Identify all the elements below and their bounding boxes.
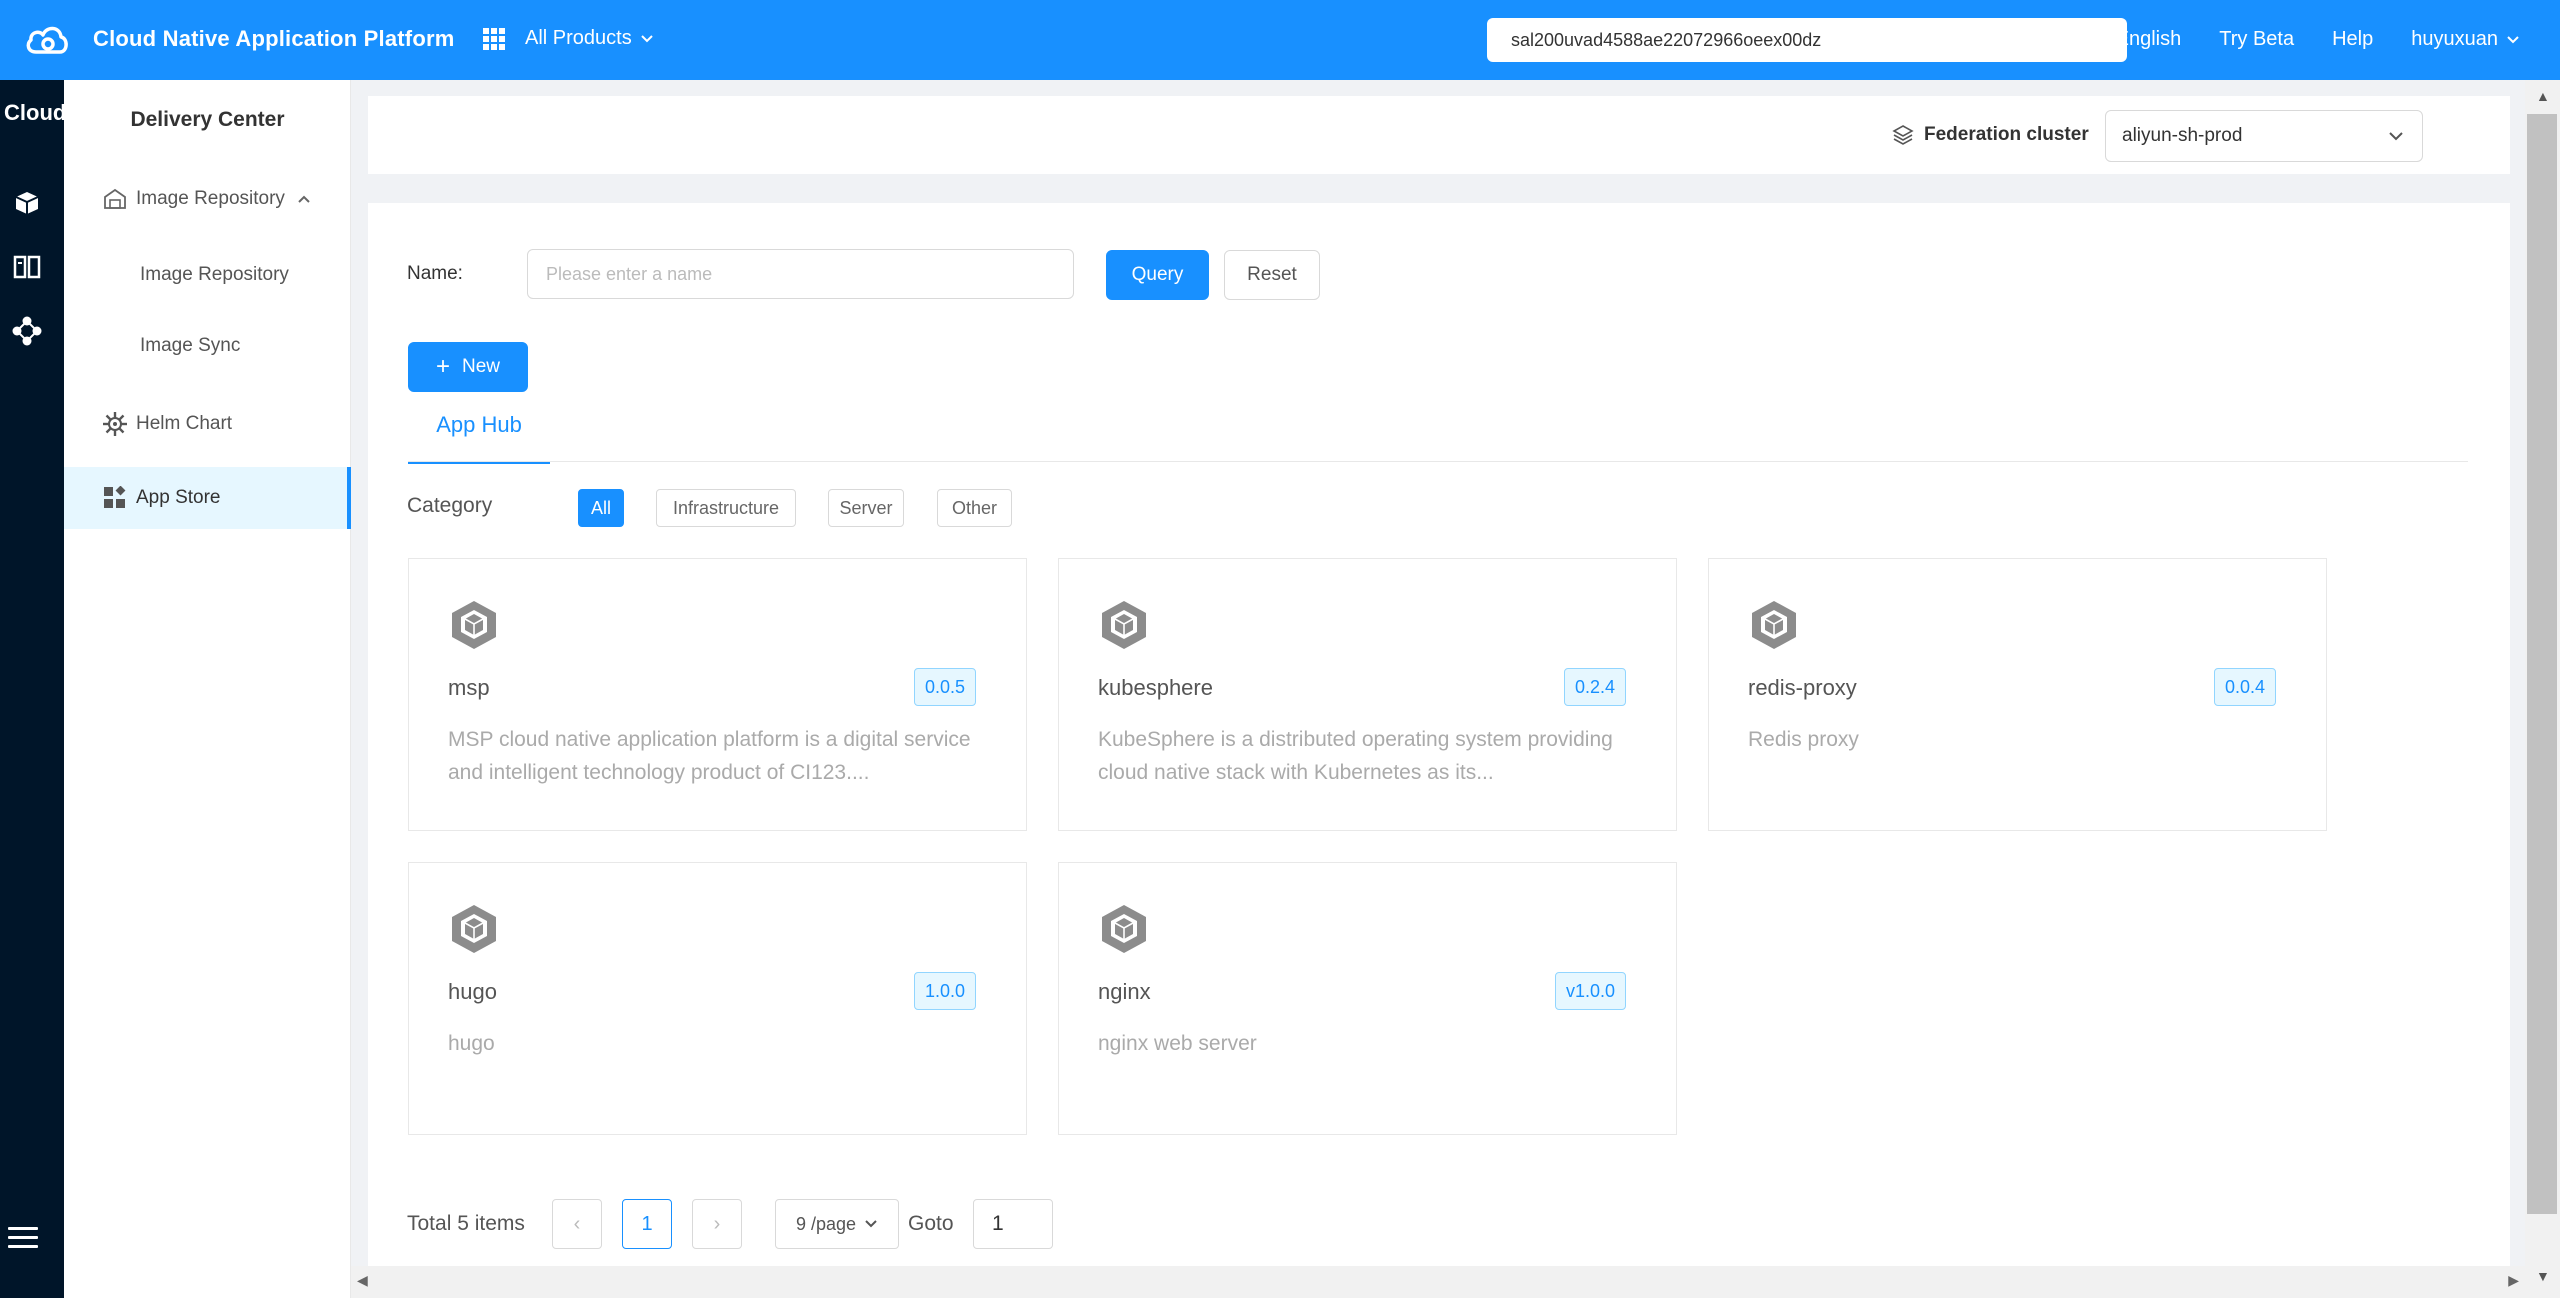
chevron-down-icon: [865, 1220, 877, 1228]
version-badge: 0.2.4: [1563, 668, 1626, 706]
federation-cluster-label: Federation cluster: [1892, 124, 2089, 146]
cluster-select[interactable]: aliyun-sh-prod: [2105, 110, 2423, 162]
pagination-next-button[interactable]: ›: [692, 1199, 742, 1249]
language-link[interactable]: English: [2116, 28, 2182, 51]
app-name: hugo: [448, 979, 497, 1004]
category-other[interactable]: Other: [937, 489, 1012, 527]
chevron-down-icon: [2507, 35, 2519, 43]
reset-button[interactable]: Reset: [1224, 250, 1320, 300]
nav-item-image-sync[interactable]: Image Sync: [140, 335, 240, 357]
category-all[interactable]: All: [578, 489, 624, 527]
apps-icon: [102, 485, 128, 511]
help-link[interactable]: Help: [2332, 28, 2373, 51]
chevron-down-icon: [2389, 132, 2403, 141]
name-label: Name:: [407, 263, 463, 284]
top-links: English Try Beta Help huyuxuan: [2116, 28, 2520, 51]
scroll-left-arrow-icon[interactable]: ◀: [357, 1272, 368, 1289]
app-name: nginx: [1098, 979, 1151, 1004]
user-menu[interactable]: huyuxuan: [2411, 28, 2520, 51]
nav-group-label: Image Repository: [136, 188, 285, 209]
plus-icon: +: [435, 353, 450, 380]
nav-item-app-store[interactable]: App Store: [64, 467, 351, 529]
box-icon[interactable]: [10, 186, 44, 220]
hamburger-icon[interactable]: [8, 1227, 38, 1254]
apps-grid-icon[interactable]: [483, 28, 505, 50]
category-server[interactable]: Server: [828, 489, 904, 527]
version-badge: 0.0.5: [913, 668, 976, 706]
goto-label: Goto: [908, 1212, 954, 1235]
app-card-nginx[interactable]: nginx v1.0.0 nginx web server: [1058, 862, 1677, 1135]
user-name: huyuxuan: [2411, 28, 2498, 50]
scroll-down-arrow-icon[interactable]: ▼: [2536, 1268, 2550, 1284]
nav-item-label: Helm Chart: [136, 413, 233, 434]
app-card-hugo[interactable]: hugo 1.0.0 hugo: [408, 862, 1027, 1135]
package-icon: [452, 905, 496, 953]
version-badge: 0.0.4: [2213, 668, 2276, 706]
app-description: MSP cloud native application platform is…: [448, 728, 971, 784]
top-bar: Cloud Native Application Platform All Pr…: [0, 0, 2560, 80]
vertical-scrollbar[interactable]: ▲ ▼: [2525, 80, 2560, 1298]
nav-item-label: App Store: [136, 487, 221, 508]
left-rail: Cloud: [0, 80, 67, 1298]
nav-group-image-repository[interactable]: Image Repository: [64, 168, 351, 230]
horizontal-scrollbar[interactable]: ◀ ▶: [351, 1266, 2525, 1298]
nav-item-image-repository[interactable]: Image Repository: [140, 264, 289, 286]
app-description: Redis proxy: [1748, 728, 1859, 751]
nav-item-helm-chart[interactable]: Helm Chart: [64, 393, 351, 455]
side-nav: Delivery Center Image Repository Image R…: [64, 80, 351, 1298]
helm-icon: [102, 411, 128, 437]
app-card-msp[interactable]: msp 0.0.5 MSP cloud native application p…: [408, 558, 1027, 831]
warehouse-icon: [102, 186, 128, 212]
page-size-select[interactable]: 9 /page: [775, 1199, 899, 1249]
new-button[interactable]: + New: [408, 342, 528, 392]
version-badge: 1.0.0: [913, 972, 976, 1010]
cloud-logo-icon[interactable]: [22, 20, 70, 60]
scroll-right-arrow-icon[interactable]: ▶: [2508, 1272, 2519, 1289]
tabs-divider: [408, 461, 2468, 462]
tab-app-hub[interactable]: App Hub: [408, 412, 550, 464]
cluster-icon[interactable]: [10, 314, 44, 348]
package-icon: [452, 601, 496, 649]
app-name: redis-proxy: [1748, 675, 1857, 700]
all-products-label: All Products: [525, 27, 632, 49]
vertical-scrollbar-thumb[interactable]: [2527, 114, 2557, 1214]
app-description: hugo: [448, 1032, 495, 1055]
page-size-value: 9 /page: [795, 1213, 857, 1234]
new-button-label: New: [462, 356, 501, 377]
app-card-kubesphere[interactable]: kubesphere 0.2.4 KubeSphere is a distrib…: [1058, 558, 1677, 831]
app-description: nginx web server: [1098, 1032, 1257, 1055]
goto-page-input[interactable]: [973, 1199, 1053, 1249]
rail-title: Cloud: [4, 100, 67, 125]
scroll-up-arrow-icon[interactable]: ▲: [2536, 88, 2550, 104]
all-products-dropdown[interactable]: All Products: [525, 27, 654, 50]
query-button[interactable]: Query: [1106, 250, 1209, 300]
pagination-page-1[interactable]: 1: [622, 1199, 672, 1249]
cluster-label-text: Federation cluster: [1924, 124, 2089, 145]
package-icon: [1102, 601, 1146, 649]
app-card-redis-proxy[interactable]: redis-proxy 0.0.4 Redis proxy: [1708, 558, 2327, 831]
pagination-total: Total 5 items: [407, 1212, 525, 1235]
app-description: KubeSphere is a distributed operating sy…: [1098, 728, 1613, 784]
version-badge: v1.0.0: [1554, 972, 1626, 1010]
global-search-input[interactable]: [1487, 18, 2127, 62]
app-title: Cloud Native Application Platform: [93, 26, 455, 51]
package-icon: [1752, 601, 1796, 649]
sidenav-title: Delivery Center: [130, 108, 285, 131]
category-infrastructure[interactable]: Infrastructure: [656, 489, 796, 527]
pagination-prev-button[interactable]: ‹: [552, 1199, 602, 1249]
layout-icon[interactable]: [10, 250, 44, 284]
app-name: kubesphere: [1098, 675, 1213, 700]
layers-icon: [1892, 125, 1914, 145]
try-beta-link[interactable]: Try Beta: [2219, 28, 2294, 51]
chevron-up-icon: [298, 195, 310, 203]
app-name: msp: [448, 675, 490, 700]
cluster-select-value: aliyun-sh-prod: [2122, 125, 2243, 146]
category-label: Category: [407, 494, 493, 517]
name-search-input[interactable]: [527, 249, 1074, 299]
package-icon: [1102, 905, 1146, 953]
chevron-down-icon: [641, 34, 653, 42]
